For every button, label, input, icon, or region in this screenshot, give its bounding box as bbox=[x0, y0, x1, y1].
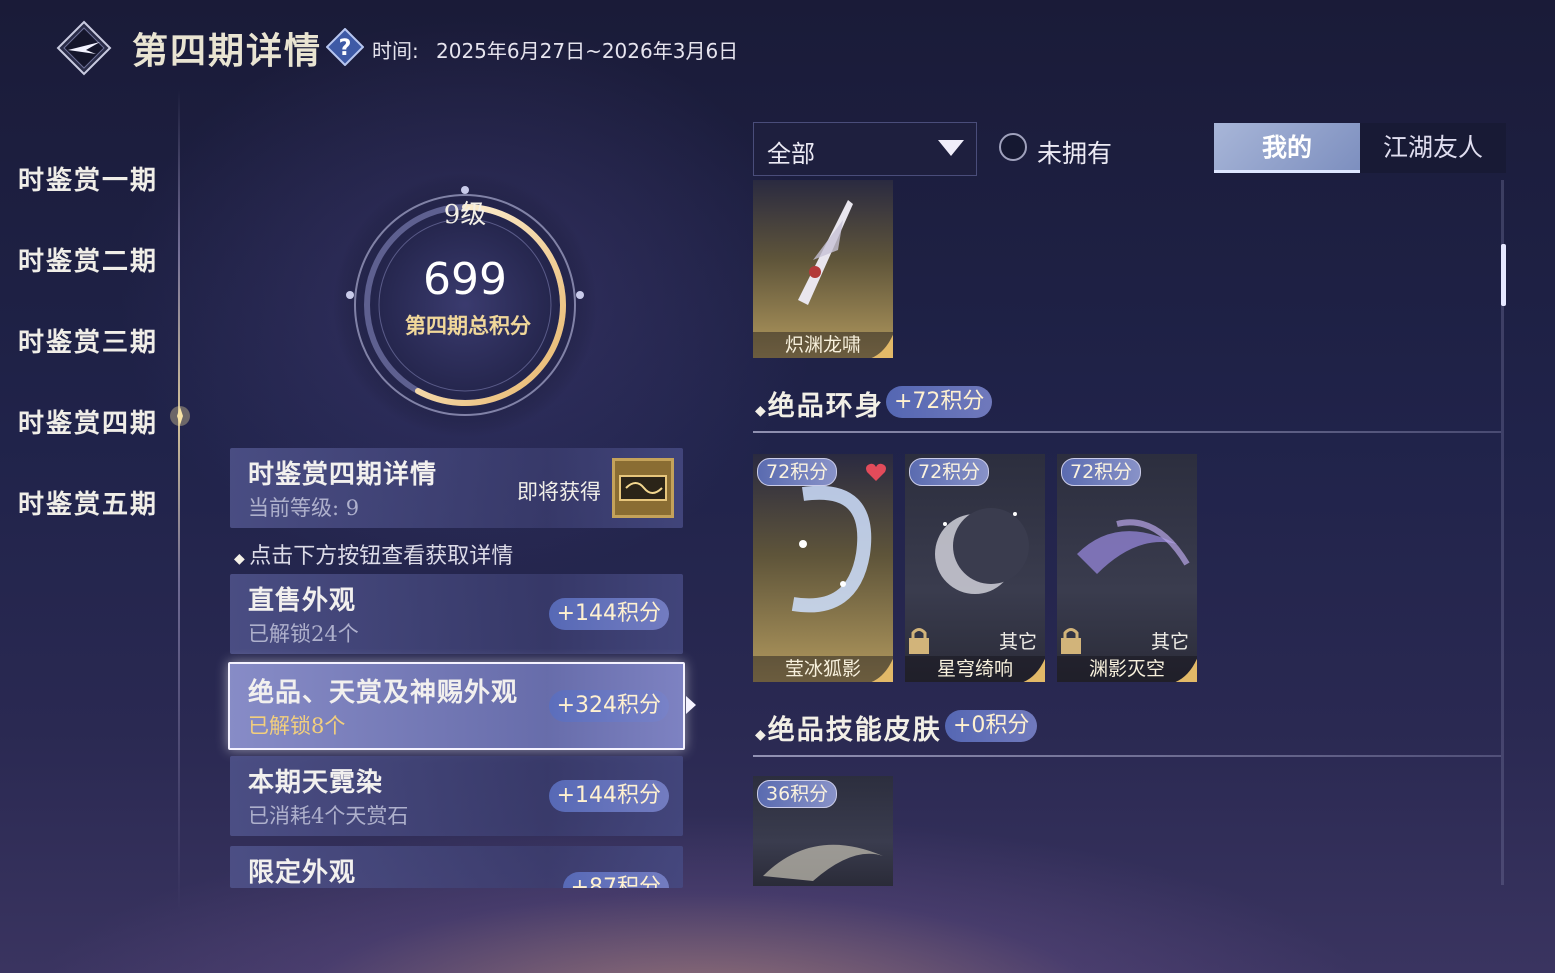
category-points-badge: +144积分 bbox=[548, 780, 669, 812]
current-level-text: 当前等级: 9 bbox=[248, 496, 360, 520]
category-points-badge: +87积分 bbox=[562, 872, 669, 888]
total-score-label: 第四期总积分 bbox=[405, 313, 531, 338]
section-divider bbox=[753, 755, 1501, 757]
diamond-bullet-icon: ◆ bbox=[755, 727, 768, 743]
svg-text:?: ? bbox=[339, 36, 352, 61]
tab-friends[interactable]: 江湖友人 bbox=[1360, 123, 1506, 173]
nav-divider bbox=[178, 90, 180, 910]
upcoming-reward-label: 即将获得 bbox=[517, 480, 601, 504]
weapon-art-icon bbox=[798, 200, 853, 305]
filter-selected-value: 全部 bbox=[767, 140, 815, 168]
back-icon[interactable] bbox=[56, 20, 112, 76]
level-label: 9级 bbox=[443, 200, 487, 230]
appearance-item[interactable]: 36积分 bbox=[753, 776, 893, 886]
unowned-radio-label: 未拥有 bbox=[1037, 139, 1113, 168]
lock-icon bbox=[1061, 628, 1081, 654]
heart-icon[interactable] bbox=[865, 462, 887, 482]
gold-corner-icon bbox=[871, 334, 893, 358]
nav-item-period-1[interactable]: 时鉴赏一期 bbox=[18, 160, 158, 197]
category-title: 本期天霓染 bbox=[248, 768, 384, 798]
appearance-item[interactable]: 72积分 其它 渊影灭空 bbox=[1057, 454, 1197, 682]
section-title: ◆绝品环身 bbox=[755, 391, 884, 422]
lock-icon bbox=[909, 628, 929, 654]
gold-corner-icon bbox=[1023, 658, 1045, 682]
appearance-item[interactable]: 72积分 其它 星穹绮响 bbox=[905, 454, 1045, 682]
reward-item-icon[interactable] bbox=[612, 458, 674, 518]
nav-item-period-4[interactable]: 时鉴赏四期 bbox=[18, 403, 158, 440]
category-subtitle: 已解锁24个 bbox=[248, 622, 359, 646]
appearance-item[interactable]: 72积分 莹冰狐影 bbox=[753, 454, 893, 682]
time-label: 时间: bbox=[372, 39, 419, 63]
section-points-badge: +72积分 bbox=[886, 386, 993, 418]
nav-item-period-2[interactable]: 时鉴赏二期 bbox=[18, 241, 158, 278]
category-subtitle: 已消耗4个天赏石 bbox=[248, 804, 409, 828]
points-badge: 72积分 bbox=[909, 458, 990, 486]
dropdown-arrow-icon[interactable] bbox=[938, 140, 964, 156]
category-points-badge: +144积分 bbox=[548, 598, 669, 630]
section-points-badge: +0积分 bbox=[945, 710, 1038, 742]
category-title: 直售外观 bbox=[248, 586, 357, 616]
selected-arrow-icon bbox=[686, 696, 696, 714]
scrollbar-thumb[interactable] bbox=[1501, 244, 1506, 306]
item-tag: 其它 bbox=[998, 631, 1037, 653]
period-detail-card[interactable]: 时鉴赏四期详情 当前等级: 9 即将获得 bbox=[230, 448, 683, 528]
category-subtitle: 已解锁8个 bbox=[248, 714, 346, 738]
gold-corner-icon bbox=[1175, 658, 1197, 682]
category-title: 绝品、天赏及神赐外观 bbox=[248, 678, 519, 708]
category-card-premium[interactable]: 绝品、天赏及神赐外观 已解锁8个 +324积分 bbox=[228, 662, 685, 750]
points-badge: 72积分 bbox=[1061, 458, 1142, 486]
category-card-dye[interactable]: 本期天霓染 已消耗4个天赏石 +144积分 bbox=[230, 756, 683, 836]
nav-item-period-5[interactable]: 时鉴赏五期 bbox=[18, 484, 158, 521]
unowned-radio[interactable] bbox=[999, 133, 1027, 161]
active-indicator-icon bbox=[170, 406, 190, 426]
diamond-bullet-icon: ◆ bbox=[234, 551, 250, 567]
diamond-bullet-icon: ◆ bbox=[755, 403, 768, 419]
points-badge: 36积分 bbox=[757, 780, 838, 808]
section-divider bbox=[753, 431, 1501, 433]
page-title: 第四期详情 bbox=[132, 30, 323, 72]
period-detail-title: 时鉴赏四期详情 bbox=[248, 460, 438, 490]
hint-text: ◆ 点击下方按钮查看获取详情 bbox=[234, 544, 514, 569]
category-card-limited[interactable]: 限定外观 +87积分 bbox=[230, 846, 683, 888]
help-icon[interactable]: ? bbox=[326, 28, 364, 66]
nav-item-period-3[interactable]: 时鉴赏三期 bbox=[18, 322, 158, 359]
item-tag: 其它 bbox=[1150, 631, 1189, 653]
category-points-badge: +324积分 bbox=[548, 690, 669, 722]
appearance-item[interactable]: 炽渊龙啸 bbox=[753, 180, 893, 358]
gold-corner-icon bbox=[871, 658, 893, 682]
section-title: ◆绝品技能皮肤 bbox=[755, 715, 942, 746]
category-card-direct-sale[interactable]: 直售外观 已解锁24个 +144积分 bbox=[230, 574, 683, 654]
tab-mine[interactable]: 我的 bbox=[1214, 123, 1360, 173]
points-badge: 72积分 bbox=[757, 458, 838, 486]
category-title: 限定外观 bbox=[248, 858, 357, 888]
time-value: 2025年6月27日~2026年3月6日 bbox=[436, 39, 739, 63]
total-score-value: 699 bbox=[423, 254, 507, 305]
